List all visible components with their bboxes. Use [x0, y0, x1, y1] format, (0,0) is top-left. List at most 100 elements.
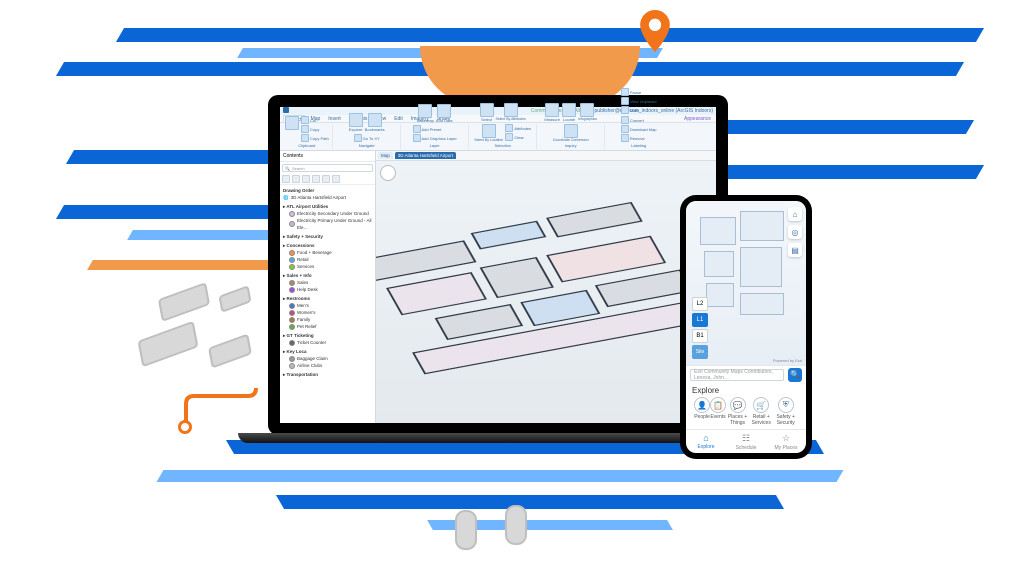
- phone-category-retail-services[interactable]: 🛒Retail + Services: [749, 397, 773, 426]
- phone-nav-schedule[interactable]: ☷Schedule: [726, 430, 766, 453]
- layer-group-key-loca[interactable]: ▸ Key Loca: [283, 348, 372, 355]
- layer-group-sales-info[interactable]: ▸ Sales + Info: [283, 272, 372, 279]
- convert-icon[interactable]: [621, 116, 629, 124]
- layer-group-concessions[interactable]: ▸ Concessions: [283, 242, 372, 249]
- map-view-tabs: Map 3D Atlanta Hartsfield Airport: [376, 151, 716, 161]
- layer-symbol-icon: [289, 211, 295, 217]
- contents-toolbar: [280, 174, 375, 185]
- ribbon-group-labeling: Pause View Unplaced More Convert Downloa…: [606, 124, 672, 149]
- attributes-icon[interactable]: [505, 124, 513, 132]
- paste-icon[interactable]: [285, 116, 299, 130]
- copy-icon[interactable]: [301, 125, 309, 133]
- layer-item[interactable]: Electricity Secondary Under Ground: [283, 210, 372, 217]
- select-loc-icon[interactable]: [482, 124, 496, 138]
- phone-level-l2[interactable]: L2: [692, 297, 708, 311]
- scene-root-item[interactable]: 🌐3D Atlanta Hartsfield Airport: [283, 194, 372, 201]
- phone-map-viewport[interactable]: ⌂ ◎ ▤ L2 L1 B1 Site Powered by Esri: [686, 201, 806, 365]
- goto-xy-icon[interactable]: [354, 134, 362, 142]
- layer-item[interactable]: Services: [283, 263, 372, 270]
- phone-layers-button[interactable]: ▤: [788, 243, 802, 257]
- select-attr-icon[interactable]: [504, 103, 518, 117]
- layer-label: Retail: [297, 256, 309, 263]
- phone-level-b1[interactable]: B1: [692, 329, 708, 343]
- download-map-icon[interactable]: [621, 125, 629, 133]
- map-tab-map[interactable]: Map: [378, 152, 393, 159]
- list-by-labeling-icon[interactable]: [332, 175, 340, 183]
- add-preset-icon[interactable]: [413, 125, 421, 133]
- layer-item[interactable]: Help Desk: [283, 286, 372, 293]
- layer-symbol-icon: [289, 303, 295, 309]
- laptop-device: Command Search (Alt+Q) publisher@esri.co…: [268, 95, 728, 435]
- bookmarks-icon[interactable]: [368, 113, 382, 127]
- layer-item[interactable]: Sales: [283, 279, 372, 286]
- layer-symbol-icon: [289, 340, 295, 346]
- view-unplaced-icon[interactable]: [621, 97, 629, 105]
- layer-group-safety-security[interactable]: ▸ Safety + Security: [283, 233, 372, 240]
- cut-icon[interactable]: [301, 116, 309, 124]
- phone-nav-explore[interactable]: ⌂Explore: [686, 430, 726, 453]
- layer-item[interactable]: Men's: [283, 302, 372, 309]
- contents-search[interactable]: 🔍 Search: [282, 164, 373, 172]
- measure-icon[interactable]: [545, 103, 559, 117]
- list-by-drawing-order-icon[interactable]: [282, 175, 290, 183]
- layer-item[interactable]: Ticket Counter: [283, 339, 372, 346]
- location-pin-icon: [640, 10, 670, 52]
- layer-label: Services: [297, 263, 314, 270]
- layer-group-transportation[interactable]: ▸ Transportation: [283, 371, 372, 378]
- list-by-editing-icon[interactable]: [312, 175, 320, 183]
- category-label: Safety + Security: [773, 414, 798, 426]
- navigator-icon[interactable]: [380, 165, 396, 181]
- layer-item[interactable]: Food + Beverage: [283, 249, 372, 256]
- layer-group-gt-ticketing[interactable]: ▸ GT Ticketing: [283, 332, 372, 339]
- category-label: Retail + Services: [749, 414, 773, 426]
- remove-icon[interactable]: [621, 134, 629, 142]
- phone-level-l1[interactable]: L1: [692, 313, 708, 327]
- select-icon[interactable]: [480, 103, 494, 117]
- scene-viewport[interactable]: [376, 161, 716, 423]
- coord-conv-icon[interactable]: [564, 124, 578, 138]
- layer-item[interactable]: Women's: [283, 309, 372, 316]
- map-tab-scene[interactable]: 3D Atlanta Hartsfield Airport: [395, 152, 456, 159]
- pause-icon[interactable]: [621, 88, 629, 96]
- search-icon: 🔍: [285, 166, 290, 171]
- category-icon: 🛒: [753, 397, 769, 413]
- layer-item[interactable]: Airline Clubs: [283, 362, 372, 369]
- layer-group-atl-airport-utilities[interactable]: ▸ ATL Airport Utilities: [283, 203, 372, 210]
- list-by-source-icon[interactable]: [292, 175, 300, 183]
- layer-item[interactable]: Pet Relief: [283, 323, 372, 330]
- layer-item[interactable]: Retail: [283, 256, 372, 263]
- phone-search-button[interactable]: 🔍: [788, 368, 802, 382]
- tab-appearance[interactable]: Appearance: [682, 115, 713, 122]
- phone-search-input[interactable]: Esri Community Maps Contributors, Lenexa…: [690, 369, 784, 381]
- layer-symbol-icon: [289, 287, 295, 293]
- category-label: Places + Things: [726, 414, 749, 426]
- indoors-mobile-app: ⌂ ◎ ▤ L2 L1 B1 Site Powered by Esri Esri…: [686, 201, 806, 453]
- layer-item[interactable]: Family: [283, 316, 372, 323]
- phone-home-button[interactable]: ⌂: [788, 207, 802, 221]
- phone-site-button[interactable]: Site: [692, 345, 708, 359]
- clear-icon[interactable]: [505, 133, 513, 141]
- list-by-snapping-icon[interactable]: [322, 175, 330, 183]
- phone-nav-my-places[interactable]: ☆My Places: [766, 430, 806, 453]
- layer-item[interactable]: Electricity Primary Under Ground - All E…: [283, 217, 372, 231]
- phone-category-people[interactable]: 👤People: [694, 397, 710, 426]
- add-graphics-icon[interactable]: [413, 134, 421, 142]
- locate-icon[interactable]: [562, 103, 576, 117]
- infographics-icon[interactable]: [580, 103, 594, 117]
- phone-explore-title: Explore: [692, 386, 800, 395]
- layer-item[interactable]: Baggage Claim: [283, 355, 372, 362]
- ribbon-group-clipboard: Cut Copy Copy Path Clipboard: [282, 124, 333, 149]
- explore-icon[interactable]: [349, 113, 363, 127]
- more-icon[interactable]: [621, 106, 629, 114]
- list-by-selection-icon[interactable]: [302, 175, 310, 183]
- layer-symbol-icon: [289, 356, 295, 362]
- add-data-icon[interactable]: [437, 104, 451, 118]
- phone-locate-button[interactable]: ◎: [788, 225, 802, 239]
- basemap-icon[interactable]: [418, 104, 432, 118]
- phone-category-places-things[interactable]: 💬Places + Things: [726, 397, 749, 426]
- layer-label: Family: [297, 316, 310, 323]
- layer-group-restrooms[interactable]: ▸ Restrooms: [283, 295, 372, 302]
- copy-path-icon[interactable]: [301, 134, 309, 142]
- phone-category-events[interactable]: 📋Events: [710, 397, 726, 426]
- phone-category-safety-security[interactable]: ⛨Safety + Security: [773, 397, 798, 426]
